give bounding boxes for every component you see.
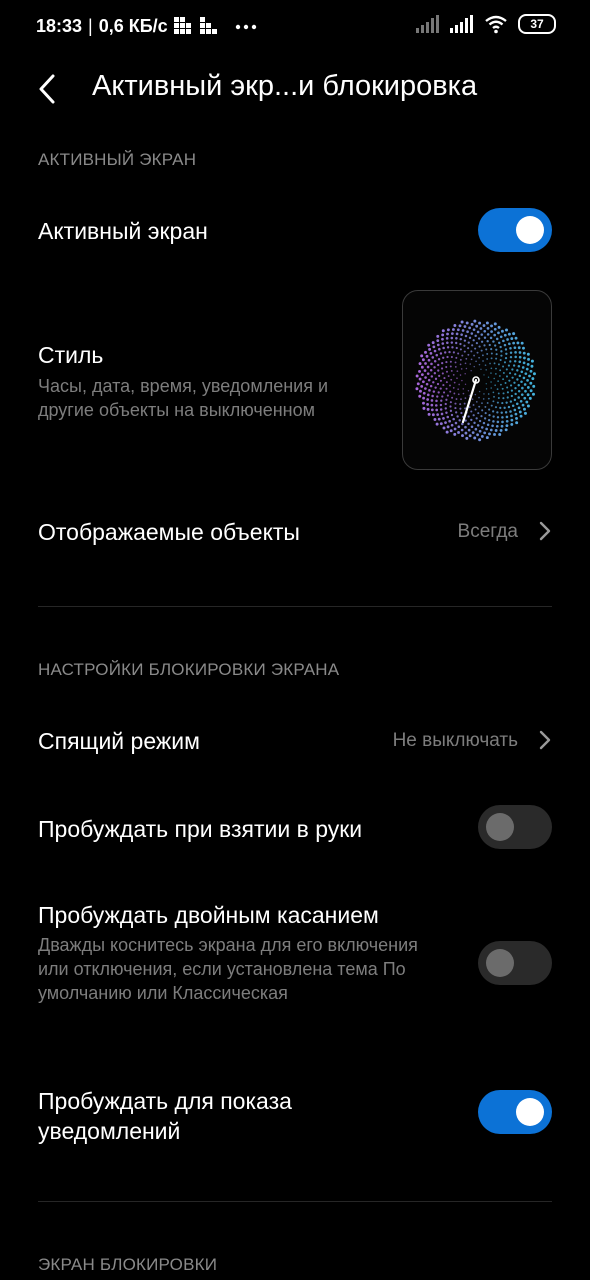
network-speed: 0,6 КБ/с bbox=[98, 16, 168, 36]
chevron-right-icon bbox=[539, 730, 551, 750]
toggle-knob bbox=[486, 949, 514, 977]
toggle-knob bbox=[516, 216, 544, 244]
signal-icon bbox=[416, 15, 439, 33]
active-screen-label: Активный экран bbox=[38, 218, 208, 244]
wake-on-pickup-label: Пробуждать при взятии в руки bbox=[38, 816, 363, 842]
status-separator: | bbox=[88, 16, 93, 36]
displayed-objects-label[interactable]: Отображаемые объекты bbox=[38, 519, 300, 546]
wake-notifications-label: Пробуждать для показа уведомлений bbox=[38, 1088, 292, 1144]
section-header-lock-screen: ЭКРАН БЛОКИРОВКИ bbox=[38, 1255, 218, 1274]
app-notification-icon bbox=[199, 16, 217, 34]
divider bbox=[38, 1201, 552, 1202]
status-bar-right: 37 bbox=[416, 14, 556, 34]
wake-double-tap-subtitle: Дважды коснитесь экрана для его включени… bbox=[38, 935, 418, 1003]
wake-double-tap-toggle[interactable] bbox=[478, 941, 552, 985]
clock-preview-icon bbox=[415, 319, 536, 442]
wake-double-tap-label: Пробуждать двойным касанием bbox=[38, 902, 379, 928]
active-screen-toggle[interactable] bbox=[478, 208, 552, 252]
app-notification-icon bbox=[173, 16, 191, 34]
battery-icon: 37 bbox=[518, 14, 556, 34]
wake-notifications-toggle[interactable] bbox=[478, 1090, 552, 1134]
toggle-knob bbox=[486, 813, 514, 841]
status-bar-left: 18:33 | 0,6 КБ/с bbox=[36, 16, 258, 37]
sleep-mode-value[interactable]: Не выключать bbox=[393, 730, 518, 752]
displayed-objects-value[interactable]: Всегда bbox=[458, 521, 518, 543]
wake-on-pickup-toggle[interactable] bbox=[478, 805, 552, 849]
page-title: Активный экр...и блокировка bbox=[92, 70, 478, 102]
section-header-lock-settings: НАСТРОЙКИ БЛОКИРОВКИ ЭКРАНА bbox=[38, 660, 340, 679]
status-time: 18:33 bbox=[36, 16, 83, 36]
signal-icon bbox=[450, 15, 473, 33]
style-preview-card[interactable] bbox=[402, 290, 552, 470]
style-label: Стиль bbox=[38, 342, 104, 368]
style-subtitle: Часы, дата, время, уведомления и другие … bbox=[38, 376, 329, 420]
chevron-right-icon bbox=[539, 521, 551, 541]
sleep-mode-label[interactable]: Спящий режим bbox=[38, 728, 200, 755]
wifi-icon bbox=[485, 15, 507, 34]
toggle-knob bbox=[516, 1098, 544, 1126]
divider bbox=[38, 606, 552, 607]
section-header-active-screen: АКТИВНЫЙ ЭКРАН bbox=[38, 150, 197, 169]
back-arrow-icon[interactable] bbox=[34, 72, 62, 106]
more-notifications-icon bbox=[235, 24, 256, 29]
